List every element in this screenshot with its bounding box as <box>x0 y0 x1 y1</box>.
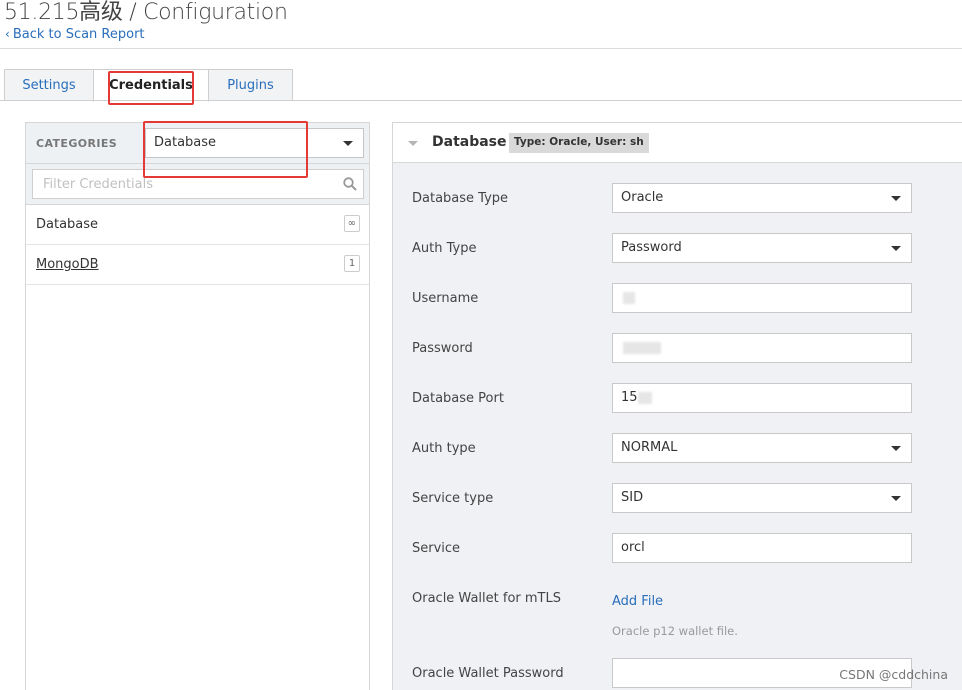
database-type-label: Database Type <box>412 191 509 206</box>
password-field[interactable] <box>612 333 912 363</box>
auth-type-label: Auth Type <box>412 241 477 256</box>
caret-down-icon <box>891 446 901 451</box>
database-type-select[interactable]: Oracle <box>612 183 912 213</box>
database-port-label: Database Port <box>412 391 504 406</box>
database-port-field[interactable]: 15 <box>612 383 912 413</box>
auth-type-mode-select[interactable]: NORMAL <box>612 433 912 463</box>
credentials-sidebar: CATEGORIES Database Database ∞ MongoDB 1 <box>25 122 370 690</box>
search-icon[interactable] <box>343 176 357 195</box>
service-type-label: Service type <box>412 491 494 506</box>
tab-credentials[interactable]: Credentials <box>93 69 209 102</box>
password-label: Password <box>412 341 473 356</box>
collapse-caret-icon[interactable] <box>408 141 418 146</box>
oracle-wallet-password-label: Oracle Wallet Password <box>412 666 564 681</box>
auth-type-select[interactable]: Password <box>612 233 912 263</box>
credential-item-label: Database <box>36 217 99 232</box>
panel-title: Database <box>432 134 507 150</box>
filter-credentials-input[interactable] <box>32 169 364 199</box>
header-divider <box>0 48 962 49</box>
tab-plugins[interactable]: Plugins <box>208 69 293 101</box>
oracle-wallet-help-text: Oracle p12 wallet file. <box>612 624 738 638</box>
tab-bar: Settings Credentials Plugins <box>4 69 293 102</box>
categories-label: CATEGORIES <box>36 137 118 150</box>
credential-count-badge: ∞ <box>343 215 360 232</box>
category-select[interactable]: Database <box>145 128 364 158</box>
back-to-scan-report-link[interactable]: ‹ Back to Scan Report <box>5 27 145 42</box>
credential-detail-panel: Database Type: Oracle, User: sh Database… <box>392 122 962 690</box>
caret-down-icon <box>891 196 901 201</box>
type-badge: Type: Oracle, User: sh <box>509 133 649 153</box>
tab-settings[interactable]: Settings <box>4 69 94 101</box>
credential-count-badge: 1 <box>344 255 360 272</box>
categories-bar: CATEGORIES Database <box>26 123 369 164</box>
credential-item-database[interactable]: Database ∞ <box>26 205 369 245</box>
caret-down-icon <box>891 496 901 501</box>
service-type-select[interactable]: SID <box>612 483 912 513</box>
caret-down-icon <box>343 141 353 146</box>
service-label: Service <box>412 541 461 556</box>
watermark: CSDN @cddchina <box>839 667 948 682</box>
username-field[interactable] <box>612 283 912 313</box>
caret-down-icon <box>891 246 901 251</box>
auth-type-mode-label: Auth type <box>412 441 476 456</box>
oracle-wallet-label: Oracle Wallet for mTLS <box>412 591 561 606</box>
redacted-value <box>637 391 652 404</box>
back-link-label: Back to Scan Report <box>12 27 145 42</box>
credential-item-label[interactable]: MongoDB <box>36 257 99 272</box>
redacted-value <box>623 291 635 304</box>
chevron-left-icon: ‹ <box>5 27 10 41</box>
filter-bar <box>26 164 369 205</box>
username-label: Username <box>412 291 479 306</box>
panel-header[interactable]: Database Type: Oracle, User: sh <box>393 123 962 163</box>
page-title: 51.215高级 / Configuration <box>4 0 288 25</box>
add-file-link[interactable]: Add File <box>612 594 663 609</box>
credential-item-mongodb[interactable]: MongoDB 1 <box>26 245 369 285</box>
redacted-value <box>623 341 661 354</box>
service-field[interactable]: orcl <box>612 533 912 563</box>
tab-divider <box>0 100 962 101</box>
